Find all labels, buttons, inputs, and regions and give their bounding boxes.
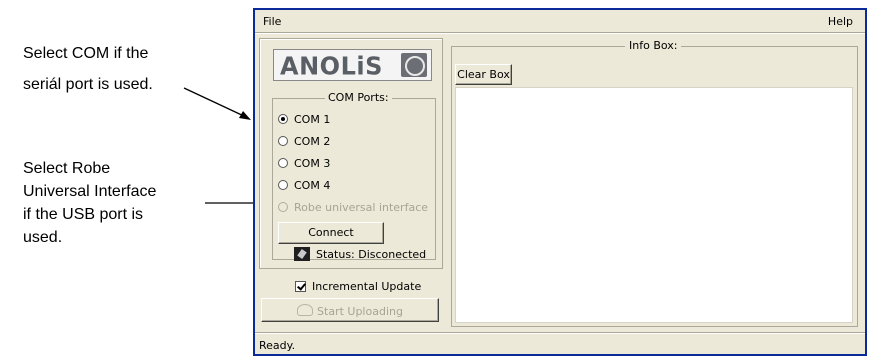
com-annotation: Select COM if the seriál port is used. [23,42,153,96]
info-log-area[interactable] [455,87,853,323]
disconnected-plug-icon [294,247,310,261]
radio-button-icon[interactable] [278,180,288,190]
radio-label: Robe universal interface [294,200,429,214]
menu-divider [255,32,865,34]
anolis-updater-window: File Help ANOLiS COM Ports: COM 1 COM 2 … [253,8,867,356]
radio-com3[interactable]: COM 3 [278,156,330,170]
upload-icon [297,304,314,316]
radio-com2[interactable]: COM 2 [278,134,330,148]
connection-status: Status: Disconected [294,247,426,261]
usb-annotation: Select Robe Universal Interface if the U… [23,157,156,249]
incremental-update-checkbox[interactable]: Incremental Update [295,280,421,293]
clear-box-button[interactable]: Clear Box [455,64,512,85]
statusbar-divider [255,332,865,334]
radio-label: COM 2 [294,134,331,148]
radio-label: COM 3 [294,156,331,170]
start-uploading-label: Start Uploading [317,305,403,318]
logo-mark-icon [401,53,427,77]
menu-file[interactable]: File [263,15,281,28]
connect-button[interactable]: Connect [278,222,384,244]
usb-annotation-line-4: used. [23,229,63,246]
com-annotation-line-1: Select COM if the [23,45,149,62]
incremental-update-label: Incremental Update [312,280,422,293]
menu-bar: File Help [255,10,865,32]
radio-button-icon [278,202,288,212]
start-uploading-button: Start Uploading [261,298,439,322]
statusbar-text: Ready. [259,339,296,352]
logo-text: ANOLiS [280,51,383,81]
anolis-logo: ANOLiS [273,49,432,81]
radio-com1[interactable]: COM 1 [278,112,330,126]
radio-com4[interactable]: COM 4 [278,178,330,192]
usb-annotation-line-1: Select Robe [23,160,111,177]
com-arrow [183,87,247,118]
info-box-title: Info Box: [625,39,682,52]
menu-help[interactable]: Help [828,15,853,28]
connection-panel: ANOLiS COM Ports: COM 1 COM 2 COM 3 COM … [259,38,443,269]
radio-robe-universal-interface: Robe universal interface [278,200,428,214]
com-annotation-line-2: seriál port is used. [23,76,153,93]
info-box-group: Info Box: Clear Box [451,39,858,327]
radio-button-icon[interactable] [278,114,288,124]
radio-label: COM 1 [294,112,331,126]
radio-label: COM 4 [294,178,331,192]
usb-annotation-line-2: Universal Interface [23,183,157,200]
radio-button-icon[interactable] [278,158,288,168]
com-ports-group: COM Ports: COM 1 COM 2 COM 3 COM 4 Robe … [272,91,436,261]
checkbox-checked-icon[interactable] [295,281,306,292]
com-arrowhead [239,111,251,120]
status-text: Status: Disconected [316,247,427,261]
radio-button-icon[interactable] [278,136,288,146]
usb-annotation-line-3: if the USB port is [23,206,144,223]
com-ports-title: COM Ports: [325,91,392,104]
